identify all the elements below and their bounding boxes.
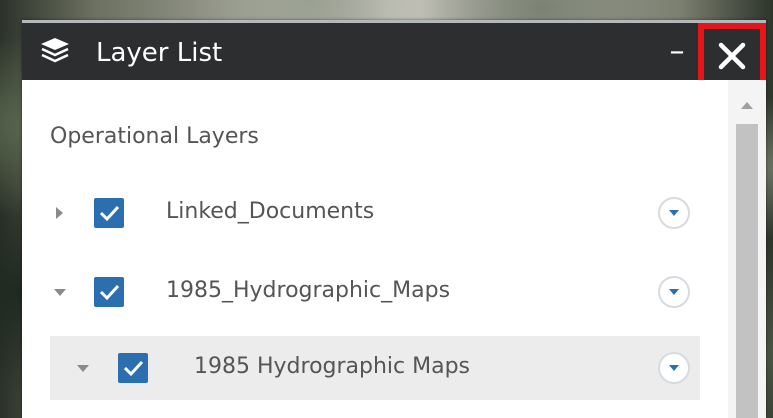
chevron-down-icon (669, 365, 679, 371)
chevron-down-icon (669, 210, 679, 216)
layer-row[interactable]: 1985_Hydrographic_Maps (22, 260, 702, 324)
layer-checkbox[interactable] (94, 277, 124, 307)
collapse-arrow-icon[interactable] (77, 365, 89, 372)
panel-titlebar: Layer List – (22, 20, 766, 89)
minimize-button[interactable]: – (662, 35, 692, 69)
section-title: Operational Layers (50, 124, 259, 149)
expand-arrow-icon[interactable] (56, 207, 63, 219)
scrollbar[interactable] (728, 80, 766, 418)
close-icon (718, 42, 746, 70)
layer-label: 1985_Hydrographic_Maps (166, 278, 451, 303)
chevron-down-icon (669, 289, 679, 295)
checkmark-icon (99, 205, 120, 222)
layer-menu-button[interactable] (658, 197, 690, 229)
scrollbar-thumb[interactable] (736, 124, 758, 418)
layer-list-panel: Layer List – Operational Layers Linked_D… (22, 20, 766, 418)
layers-icon (41, 38, 69, 63)
sublayer-row[interactable]: 1985 Hydrographic Maps (50, 336, 700, 400)
panel-content: Operational Layers Linked_Documents 1985… (22, 80, 766, 418)
layer-checkbox[interactable] (118, 353, 148, 383)
collapse-arrow-icon[interactable] (54, 289, 66, 296)
layer-label: Linked_Documents (166, 199, 375, 224)
layer-label: 1985 Hydrographic Maps (194, 354, 471, 379)
panel-title: Layer List (96, 38, 223, 68)
checkmark-icon (99, 284, 120, 301)
layer-checkbox[interactable] (94, 198, 124, 228)
checkmark-icon (123, 360, 144, 377)
layer-menu-button[interactable] (658, 276, 690, 308)
layer-menu-button[interactable] (658, 352, 690, 384)
layer-row[interactable]: Linked_Documents (22, 181, 702, 245)
scroll-up-arrow-icon[interactable] (741, 102, 753, 109)
